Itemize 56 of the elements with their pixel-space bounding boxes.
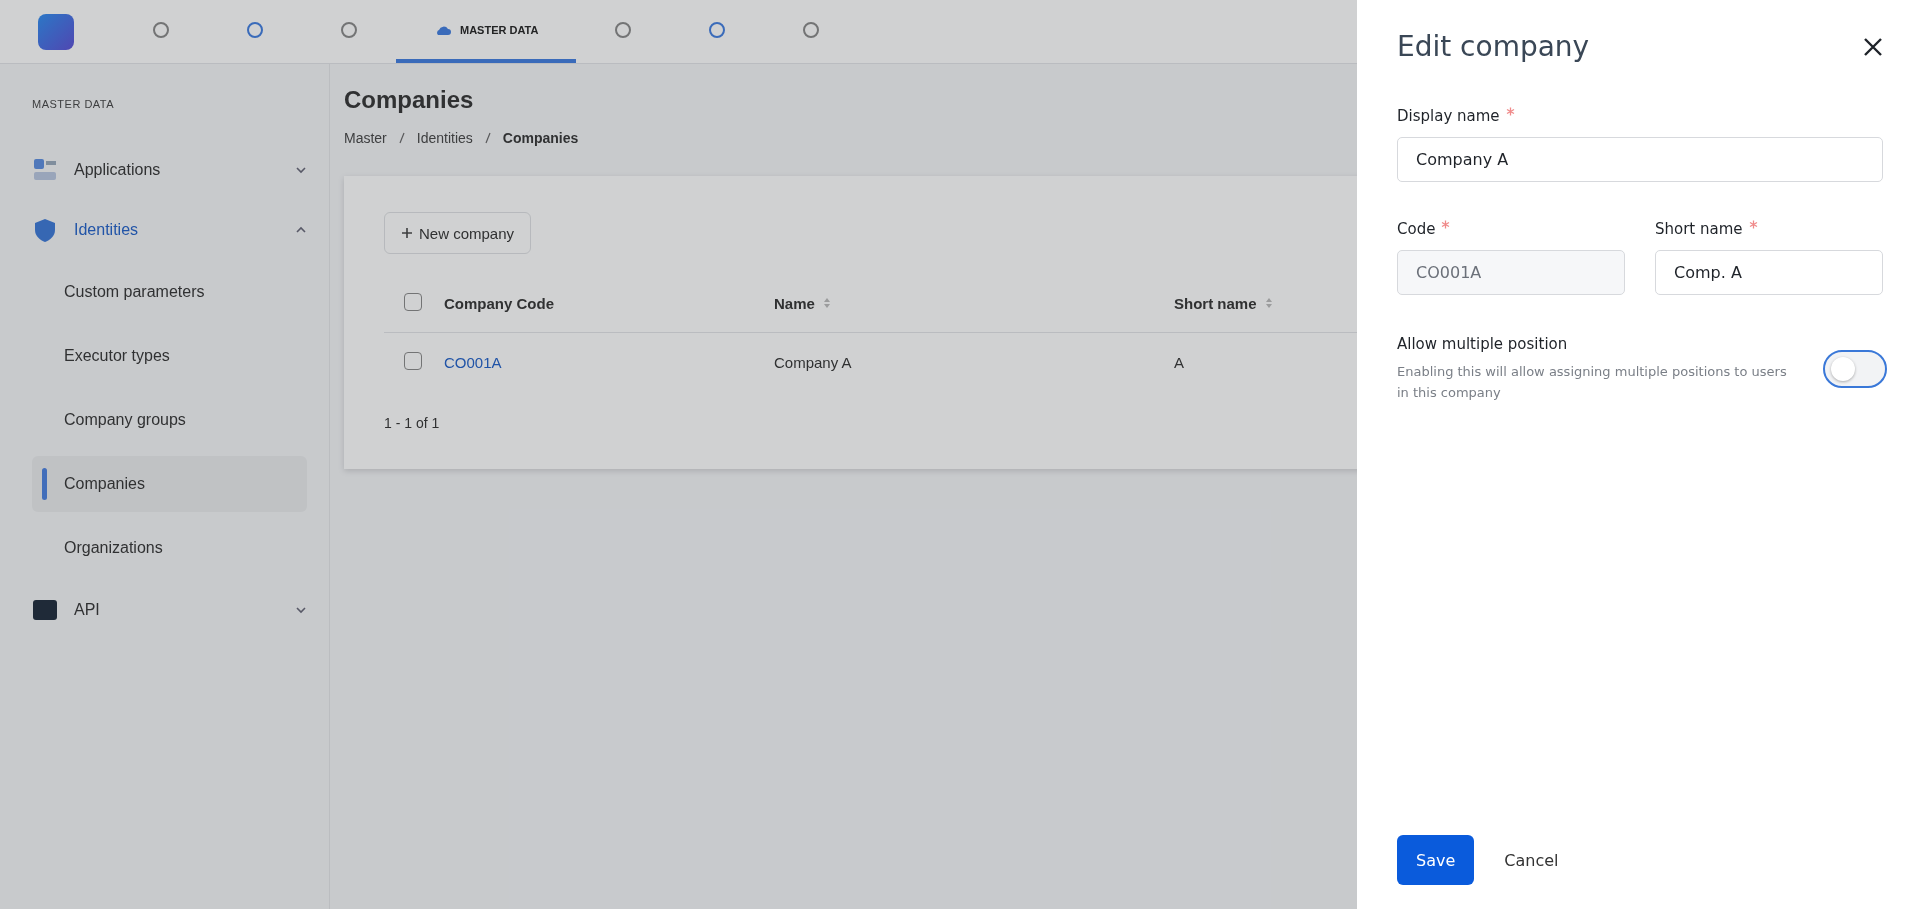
column-header: Name (774, 294, 815, 312)
slash-icon (398, 132, 405, 144)
company-code-link[interactable]: CO001A (444, 353, 502, 371)
close-icon (1863, 36, 1883, 57)
toggle-switch[interactable] (1823, 350, 1887, 388)
checkbox[interactable] (404, 292, 422, 311)
terminal-icon (32, 597, 58, 623)
cancel-button[interactable]: Cancel (1504, 850, 1559, 870)
slash-icon (484, 132, 491, 144)
close-button[interactable] (1863, 36, 1883, 57)
page-title: Companies (344, 86, 474, 114)
nav-icon (708, 20, 727, 39)
table-cell: A (1174, 353, 1184, 371)
sidebar-group[interactable]: Applications (32, 146, 307, 194)
asterisk-icon (1505, 107, 1515, 116)
field-label: Short name (1655, 220, 1743, 238)
field-label: Code (1397, 220, 1436, 238)
sort-icon[interactable] (1264, 297, 1273, 309)
breadcrumb-item[interactable]: Identities (416, 130, 473, 146)
setting-description: Enabling this will allow assigning multiple positions to users in this company (1397, 363, 1787, 402)
sidebar-group[interactable]: Identities (32, 206, 307, 254)
sidebar-item[interactable]: Custom parameters (32, 264, 307, 320)
app-logo[interactable] (38, 13, 74, 50)
plus-icon (401, 227, 413, 239)
setting-label: Allow multiple position (1397, 335, 1569, 353)
pagination-text: 1 - 1 of 1 (384, 415, 441, 431)
checkbox[interactable] (404, 351, 422, 370)
input-field[interactable]: Comp. A (1655, 250, 1883, 295)
asterisk-icon (1748, 220, 1758, 229)
field-label: Display name (1397, 107, 1500, 125)
table-cell: Company A (774, 353, 852, 371)
new-company-button[interactable]: New company (384, 212, 532, 254)
nav-icon (246, 20, 264, 39)
sort-icon[interactable] (822, 297, 831, 309)
column-header: Short name (1174, 294, 1257, 312)
save-button[interactable]: Save (1397, 835, 1475, 885)
sidebar-item[interactable]: Company groups (32, 392, 307, 448)
grid-icon (32, 157, 58, 183)
input-field[interactable]: Company A (1397, 137, 1883, 182)
column-header: Company Code (444, 294, 554, 312)
sidebar-group[interactable]: API (32, 586, 307, 634)
chevron-down-icon[interactable] (295, 604, 307, 616)
nav-icon (340, 20, 358, 39)
nav-icon (802, 20, 821, 39)
drawer-title: Edit company (1397, 30, 1590, 63)
nav-icon (152, 20, 170, 39)
breadcrumb-item: Companies (502, 130, 579, 146)
sidebar-item[interactable]: Organizations (32, 520, 307, 576)
asterisk-icon (1441, 220, 1451, 229)
chevron-down-icon[interactable] (295, 164, 307, 176)
breadcrumb-item[interactable]: Master (344, 130, 387, 146)
shield-icon (32, 217, 58, 243)
sidebar-item[interactable]: Companies (32, 456, 307, 512)
sidebar-heading: MASTER DATA (32, 98, 116, 110)
nav-icon (614, 20, 633, 39)
sidebar-item[interactable]: Executor types (32, 328, 307, 384)
